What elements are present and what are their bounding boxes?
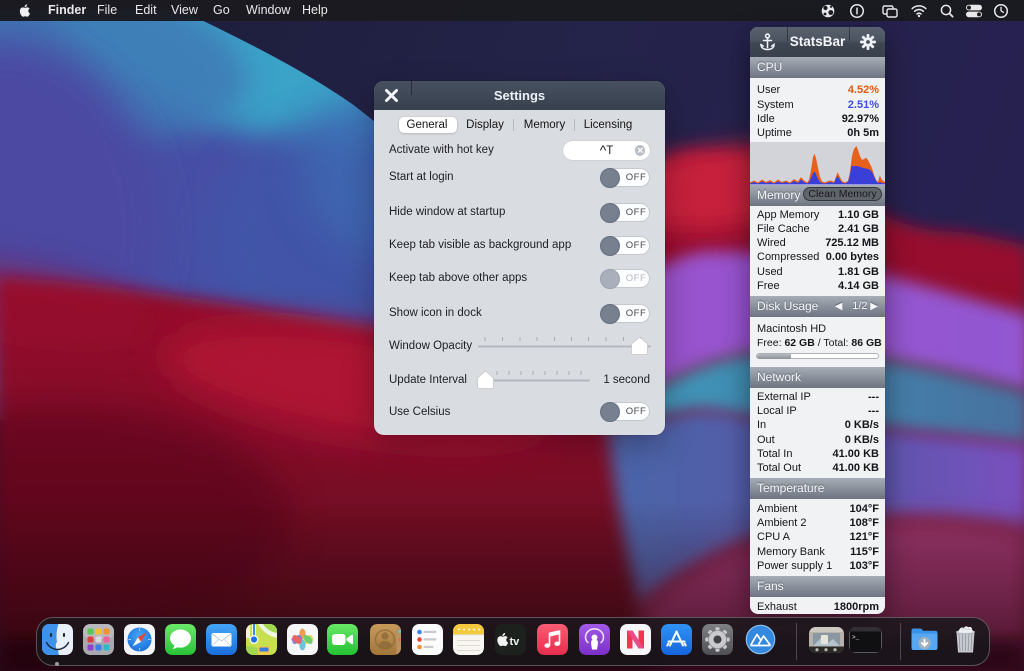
- svg-text:tv: tv: [509, 636, 520, 648]
- svg-text:>_: >_: [852, 634, 860, 641]
